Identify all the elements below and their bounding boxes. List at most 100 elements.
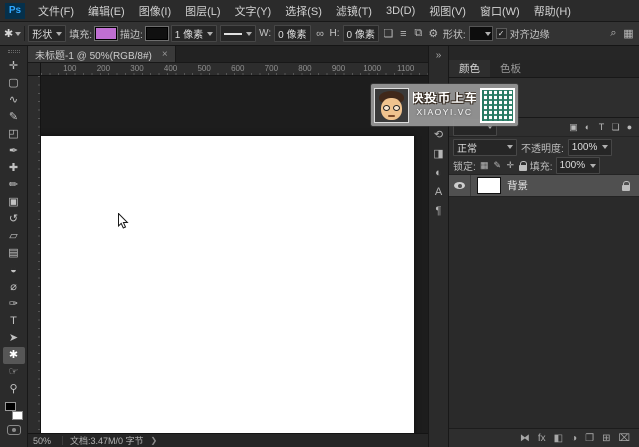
filter-pixel-layers-icon[interactable]: ▣: [568, 122, 579, 133]
shape-tool[interactable]: ✱: [3, 347, 25, 364]
menu-item[interactable]: 3D(D): [379, 0, 422, 21]
path-align-icon[interactable]: ≡: [397, 28, 410, 40]
lasso-tool[interactable]: ∿: [3, 92, 25, 109]
character-panel-icon[interactable]: A: [431, 182, 447, 201]
layer-group-icon[interactable]: ❐: [585, 433, 594, 444]
eraser-tool[interactable]: ▱: [3, 228, 25, 245]
vertical-ruler[interactable]: [28, 76, 41, 433]
stroke-width-input[interactable]: 1 像素: [171, 25, 217, 42]
lock-transparent-icon[interactable]: ▦: [479, 160, 490, 171]
brush-tool[interactable]: ✏: [3, 177, 25, 194]
background-color-swatch[interactable]: [12, 411, 23, 420]
gradient-tool[interactable]: ▤: [3, 245, 25, 262]
menu-item[interactable]: 图像(I): [132, 0, 178, 21]
crop-tool[interactable]: ◰: [3, 126, 25, 143]
quick-mask-button[interactable]: [7, 425, 21, 435]
menu-item[interactable]: 文字(Y): [228, 0, 279, 21]
canvas-area: 10020030040050060070080090010001100: [28, 63, 428, 433]
properties-panel-icon[interactable]: ◨: [431, 144, 447, 163]
adjustment-layer-icon[interactable]: ◑: [571, 433, 577, 444]
zoom-level-field[interactable]: 50%: [33, 436, 55, 446]
layer-thumbnail[interactable]: [477, 177, 501, 194]
search-icon[interactable]: ⌕: [607, 27, 620, 40]
stroke-type-select[interactable]: [220, 25, 256, 42]
stroke-color-swatch[interactable]: [146, 27, 168, 40]
lock-paint-icon[interactable]: ✎: [492, 160, 503, 171]
toolbar-grip[interactable]: [8, 50, 20, 53]
filter-smart-objects-icon[interactable]: ●: [624, 122, 635, 132]
move-tool[interactable]: ✛: [3, 58, 25, 75]
expand-panels-icon[interactable]: »: [436, 49, 442, 63]
menu-item[interactable]: 帮助(H): [527, 0, 578, 21]
tool-list: ✛ ▢ ∿ ✎ ◰ ✒: [3, 58, 25, 398]
delete-layer-icon[interactable]: ⌧: [618, 433, 630, 444]
layer-fill-input[interactable]: 100%: [556, 157, 600, 174]
status-options-chevron-icon[interactable]: ❯: [151, 436, 158, 445]
color-swatches: [4, 402, 24, 420]
hand-tool[interactable]: ☞: [3, 364, 25, 381]
menu-item[interactable]: 选择(S): [278, 0, 329, 21]
height-input[interactable]: 0 像素: [343, 25, 379, 42]
menu-item[interactable]: 编辑(E): [81, 0, 132, 21]
blend-mode-select[interactable]: 正常: [453, 139, 517, 156]
align-edges-option: ✓ 对齐边缘: [496, 26, 550, 41]
layer-row-background[interactable]: 背景: [449, 175, 639, 197]
filter-adjustment-layers-icon[interactable]: ◐: [582, 122, 593, 132]
path-selection-tool[interactable]: ➤: [3, 330, 25, 347]
menu-item[interactable]: 文件(F): [31, 0, 81, 21]
menu-item[interactable]: 视图(V): [422, 0, 473, 21]
lock-all-icon[interactable]: [519, 165, 527, 171]
menu-item[interactable]: 图层(L): [178, 0, 227, 21]
panel-icons: ⟲◨◐A¶: [431, 125, 447, 220]
layer-visibility-toggle[interactable]: [449, 175, 471, 196]
settings-gear-icon[interactable]: ⚙: [427, 27, 440, 40]
menu-item[interactable]: 窗口(W): [473, 0, 527, 21]
tool-mode-select[interactable]: 形状: [28, 25, 66, 42]
new-layer-icon[interactable]: ⊞: [602, 433, 610, 444]
foreground-color-swatch[interactable]: [5, 402, 16, 411]
healing-brush-tool[interactable]: ✚: [3, 160, 25, 177]
tool-preset-picker[interactable]: ✱: [4, 27, 21, 40]
dodge-tool[interactable]: ⌀: [3, 279, 25, 296]
close-icon[interactable]: ×: [162, 49, 168, 60]
filter-type-layers-icon[interactable]: T: [596, 122, 607, 132]
tool-icon: ⚲: [9, 384, 17, 395]
workspace-switcher-icon[interactable]: ▦: [622, 27, 635, 40]
pen-tool[interactable]: ✑: [3, 296, 25, 313]
menu-item[interactable]: 滤镜(T): [329, 0, 379, 21]
link-dimensions-icon[interactable]: ∞: [314, 28, 327, 40]
tool-icon: ✑: [9, 299, 18, 310]
document-canvas[interactable]: [38, 136, 414, 433]
link-layers-icon[interactable]: ⧓: [520, 433, 530, 444]
zoom-tool[interactable]: ⚲: [3, 381, 25, 398]
lock-row: 锁定: ▦✎✛ 填充: 100%: [449, 157, 639, 175]
opacity-input[interactable]: 100%: [568, 139, 612, 156]
toolbar: ✛ ▢ ∿ ✎ ◰ ✒: [0, 46, 28, 447]
horizontal-ruler[interactable]: 10020030040050060070080090010001100: [41, 63, 428, 76]
clone-stamp-tool[interactable]: ▣: [3, 194, 25, 211]
path-arrange-icon[interactable]: ⧉: [412, 27, 425, 40]
eyedropper-tool[interactable]: ✒: [3, 143, 25, 160]
document-tab[interactable]: 未标题-1 @ 50%(RGB/8#) ×: [28, 46, 176, 62]
watermark-site: XIAOYI.VC: [416, 108, 472, 117]
quick-selection-tool[interactable]: ✎: [3, 109, 25, 126]
adjustments-panel-icon[interactable]: ◐: [431, 163, 447, 182]
filter-shape-layers-icon[interactable]: ❏: [610, 122, 621, 133]
tab-color[interactable]: 颜色: [449, 60, 490, 77]
history-panel-icon[interactable]: ⟲: [431, 125, 447, 144]
path-operations-icon[interactable]: ❏: [382, 27, 395, 40]
width-input[interactable]: 0 像素: [274, 25, 310, 42]
paragraph-panel-icon[interactable]: ¶: [431, 201, 447, 220]
history-brush-tool[interactable]: ↺: [3, 211, 25, 228]
layer-mask-icon[interactable]: ◧: [554, 433, 563, 444]
tab-swatches[interactable]: 色板: [490, 60, 531, 77]
custom-shape-picker[interactable]: [469, 26, 493, 41]
lock-position-icon[interactable]: ✛: [505, 160, 516, 171]
layer-style-icon[interactable]: fx: [538, 433, 546, 444]
marquee-tool[interactable]: ▢: [3, 75, 25, 92]
type-tool[interactable]: T: [3, 313, 25, 330]
blur-tool[interactable]: ◒: [3, 262, 25, 279]
align-edges-checkbox[interactable]: ✓: [496, 28, 507, 39]
ruler-corner[interactable]: [28, 63, 41, 76]
fill-color-swatch[interactable]: [95, 27, 117, 40]
